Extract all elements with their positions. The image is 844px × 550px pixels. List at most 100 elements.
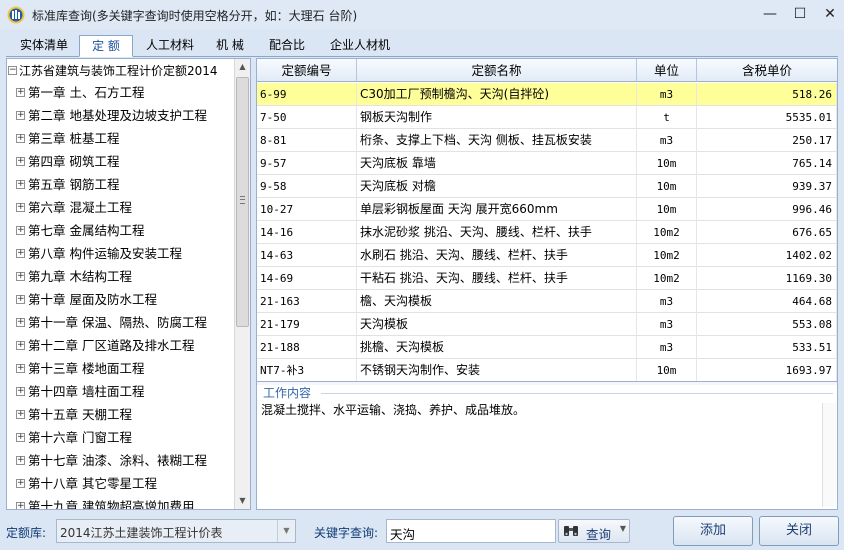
table-row[interactable]: 14-63 水刷石 挑沿、天沟、腰线、栏杆、扶手 10m2 1402.02 — [257, 244, 837, 267]
expand-icon[interactable]: + — [16, 479, 25, 488]
maximize-button[interactable]: ☐ — [786, 4, 814, 24]
tree-item-label: 第十一章 保温、隔热、防腐工程 — [28, 315, 207, 330]
tab-enterprise-resources[interactable]: 企业人材机 — [318, 35, 402, 57]
tree-item[interactable]: + 第一章 土、石方工程 — [7, 81, 237, 104]
expand-icon[interactable]: + — [16, 272, 25, 281]
library-select[interactable]: 2014江苏土建装饰工程计价表 ▼ — [56, 519, 296, 543]
tree-item[interactable]: + 第十章 屋面及防水工程 — [7, 288, 237, 311]
table-row[interactable]: 10-27 单层彩钢板屋面 天沟 展开宽660mm 10m 996.46 — [257, 198, 837, 221]
expand-icon[interactable]: + — [16, 410, 25, 419]
header-price[interactable]: 含税单价 — [697, 59, 837, 82]
tab-mix-ratio[interactable]: 配合比 — [260, 35, 314, 57]
table-row[interactable]: 14-16 抹水泥砂浆 挑沿、天沟、腰线、栏杆、扶手 10m2 676.65 — [257, 221, 837, 244]
expand-icon[interactable]: + — [16, 433, 25, 442]
row-code: 14-69 — [257, 267, 357, 290]
tab-quota[interactable]: 定 额 — [79, 35, 133, 57]
app-logo-icon — [7, 6, 25, 24]
tree-item[interactable]: + 第三章 桩基工程 — [7, 127, 237, 150]
header-name[interactable]: 定额名称 — [357, 59, 637, 82]
tree-item[interactable]: + 第四章 砌筑工程 — [7, 150, 237, 173]
row-unit: m3 — [637, 83, 697, 106]
expand-icon[interactable]: + — [16, 134, 25, 143]
tree-item[interactable]: + 第六章 混凝土工程 — [7, 196, 237, 219]
row-price: 996.46 — [697, 198, 837, 221]
chevron-down-icon[interactable]: ▼ — [277, 520, 295, 542]
tree-item-label: 第五章 钢筋工程 — [28, 177, 120, 192]
table-row[interactable]: 14-69 干粘石 挑沿、天沟、腰线、栏杆、扶手 10m2 1169.30 — [257, 267, 837, 290]
tree-item[interactable]: + 第八章 构件运输及安装工程 — [7, 242, 237, 265]
chapter-tree[interactable]: − 江苏省建筑与装饰工程计价定额2014 + 第一章 土、石方工程 + 第二章 地基处… — [6, 58, 251, 510]
tree-item[interactable]: + 第十六章 门窗工程 — [7, 426, 237, 449]
close-button[interactable]: 关闭 — [759, 516, 839, 546]
table-row[interactable]: 9-57 天沟底板 靠墙 10m 765.14 — [257, 152, 837, 175]
minimize-button[interactable]: — — [756, 4, 784, 24]
tree-item[interactable]: + 第五章 钢筋工程 — [7, 173, 237, 196]
tree-item[interactable]: + 第九章 木结构工程 — [7, 265, 237, 288]
row-unit: 10m2 — [637, 244, 697, 267]
expand-icon[interactable]: + — [16, 88, 25, 97]
expand-icon[interactable]: + — [16, 387, 25, 396]
scroll-down-icon[interactable]: ▼ — [235, 493, 250, 509]
table-row[interactable]: 7-50 钢板天沟制作 t 5535.01 — [257, 106, 837, 129]
work-content-text[interactable]: 混凝土搅拌、水平运输、浇捣、养护、成品堆放。 — [261, 402, 837, 506]
expand-icon[interactable]: + — [16, 341, 25, 350]
expand-icon[interactable]: + — [16, 111, 25, 120]
tree-item[interactable]: + 第十二章 厂区道路及排水工程 — [7, 334, 237, 357]
expand-icon[interactable]: + — [16, 456, 25, 465]
row-code: 10-27 — [257, 198, 357, 221]
close-window-button[interactable]: ✕ — [816, 4, 844, 24]
table-row[interactable]: 9-58 天沟底板 对檐 10m 939.37 — [257, 175, 837, 198]
tree-item-label: 第十三章 楼地面工程 — [28, 361, 145, 376]
tree-item[interactable]: + 第十八章 其它零星工程 — [7, 472, 237, 495]
header-unit[interactable]: 单位 — [637, 59, 697, 82]
expand-icon[interactable]: + — [16, 502, 25, 509]
row-unit: 10m2 — [637, 267, 697, 290]
add-button[interactable]: 添加 — [673, 516, 753, 546]
collapse-icon[interactable]: − — [8, 66, 17, 75]
tree-item[interactable]: + 第十四章 墙柱面工程 — [7, 380, 237, 403]
tree-item-label: 第三章 桩基工程 — [28, 131, 120, 146]
expand-icon[interactable]: + — [16, 157, 25, 166]
tree-item-label: 第九章 木结构工程 — [28, 269, 132, 284]
expand-icon[interactable]: + — [16, 226, 25, 235]
tree-item[interactable]: + 第十三章 楼地面工程 — [7, 357, 237, 380]
tree-item-label: 第八章 构件运输及安装工程 — [28, 246, 182, 261]
tree-item[interactable]: + 第十一章 保温、隔热、防腐工程 — [7, 311, 237, 334]
library-select-value: 2014江苏土建装饰工程计价表 — [60, 526, 223, 540]
tree-item[interactable]: + 第十九章 建筑物超高增加费用 — [7, 495, 237, 509]
table-row[interactable]: 21-188 挑檐、天沟模板 m3 533.51 — [257, 336, 837, 359]
tree-item[interactable]: + 第十五章 天棚工程 — [7, 403, 237, 426]
tab-labor-material[interactable]: 人工材料 — [136, 35, 204, 57]
row-price: 1402.02 — [697, 244, 837, 267]
expand-icon[interactable]: + — [16, 364, 25, 373]
expand-icon[interactable]: + — [16, 249, 25, 258]
tree-scrollbar[interactable]: ▲ ▼ — [234, 59, 250, 509]
divider — [321, 393, 833, 394]
tab-bill-items[interactable]: 实体清单 — [10, 35, 78, 57]
search-button-label: 查询 — [586, 527, 612, 542]
keyword-input[interactable]: 天沟 — [386, 519, 556, 543]
expand-icon[interactable]: + — [16, 203, 25, 212]
tree-item[interactable]: + 第十七章 油漆、涂料、裱糊工程 — [7, 449, 237, 472]
table-row[interactable]: 21-163 檐、天沟模板 m3 464.68 — [257, 290, 837, 313]
tree-item[interactable]: + 第二章 地基处理及边坡支护工程 — [7, 104, 237, 127]
search-button[interactable]: 查询 ▼ — [558, 519, 630, 543]
search-dropdown-icon[interactable]: ▼ — [620, 524, 626, 533]
tree-item-label: 第十六章 门窗工程 — [28, 430, 132, 445]
tab-machinery[interactable]: 机 械 — [206, 35, 254, 57]
title-bar: 标准库查询(多关键字查询时使用空格分开，如：大理石 台阶) — ☐ ✕ — [0, 0, 844, 30]
table-row[interactable]: 6-99 C30加工厂预制檐沟、天沟(自拌砼) m3 518.26 — [257, 83, 837, 106]
work-content-scrollbar[interactable] — [822, 403, 836, 507]
expand-icon[interactable]: + — [16, 180, 25, 189]
expand-icon[interactable]: + — [16, 295, 25, 304]
table-row[interactable]: 8-81 桁条、支撑上下档、天沟 侧板、挂瓦板安装 m3 250.17 — [257, 129, 837, 152]
scroll-up-icon[interactable]: ▲ — [235, 59, 250, 75]
table-row[interactable]: NT7-补3 不锈钢天沟制作、安装 10m 1693.97 — [257, 359, 837, 382]
tree-item[interactable]: + 第七章 金属结构工程 — [7, 219, 237, 242]
expand-icon[interactable]: + — [16, 318, 25, 327]
scroll-thumb[interactable] — [236, 77, 249, 327]
row-name: 水刷石 挑沿、天沟、腰线、栏杆、扶手 — [357, 244, 637, 267]
header-code[interactable]: 定额编号 — [257, 59, 357, 82]
table-row[interactable]: 21-179 天沟模板 m3 553.08 — [257, 313, 837, 336]
tree-item-label: 第十八章 其它零星工程 — [28, 476, 157, 491]
